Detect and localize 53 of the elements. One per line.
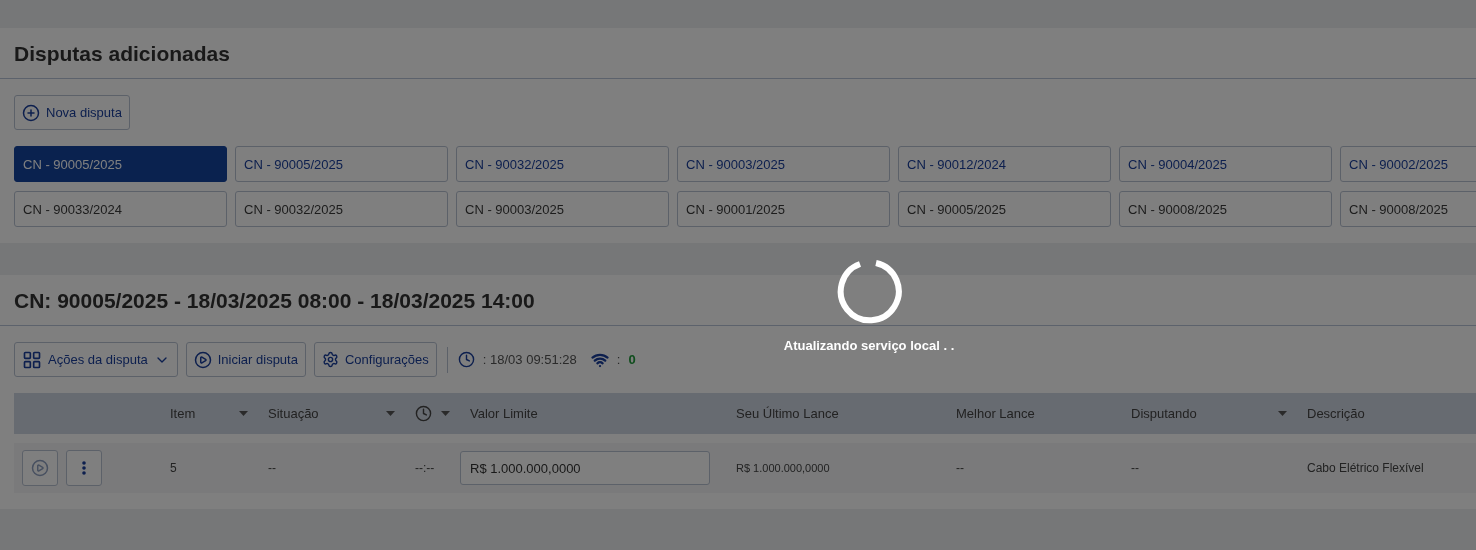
dispute-tab[interactable]: CN - 90032/2025: [456, 146, 669, 182]
dispute-actions-button[interactable]: Ações da disputa: [14, 342, 178, 377]
dispute-tab[interactable]: CN - 90008/2025: [1340, 191, 1476, 227]
column-header: Item: [170, 406, 196, 421]
more-icon: [82, 461, 86, 475]
table-cell-text: 5: [169, 461, 178, 475]
connection-label: :: [616, 352, 621, 367]
dispute-tab[interactable]: CN - 90033/2024: [14, 191, 227, 227]
table-cell-text: --: [1130, 461, 1140, 475]
more-button[interactable]: [66, 450, 102, 486]
dispute-tab[interactable]: CN - 90003/2025: [456, 191, 669, 227]
start-dispute-button[interactable]: Iniciar disputa: [185, 342, 306, 377]
table-cell-text: R$ 1.000.000,0000: [735, 462, 831, 474]
new-dispute-button[interactable]: Nova disputa: [14, 95, 130, 130]
column-header: Seu Último Lance: [736, 406, 839, 421]
column-header: Situação: [268, 406, 319, 421]
loading-message: Atualizando serviço local . .: [783, 338, 955, 353]
dispute-tab[interactable]: CN - 90008/2025: [1119, 191, 1332, 227]
clock-reading: : 18/03 09:51:28: [482, 352, 577, 367]
grid-icon: [22, 349, 42, 370]
dispute-title: CN: 90005/2025 - 18/03/2025 08:00 - 18/03/2025 14:00: [0, 275, 1476, 326]
sort-caret-icon[interactable]: [386, 411, 395, 416]
sort-caret-icon[interactable]: [1278, 411, 1287, 416]
limit-value-field[interactable]: R$ 1.000.000,0000: [460, 451, 710, 485]
table-cell-text: --: [267, 461, 277, 475]
table-cell-text: --: [955, 461, 965, 475]
clock-icon: [415, 405, 432, 422]
plus-icon: [22, 103, 40, 122]
clock-icon: [457, 351, 475, 368]
dispute-tab[interactable]: CN - 90005/2025: [898, 191, 1111, 227]
sort-caret-icon[interactable]: [239, 411, 248, 416]
section-title: Disputas adicionadas: [0, 28, 1476, 79]
dispute-tab[interactable]: CN - 90012/2024: [898, 146, 1111, 182]
column-header: Valor Limite: [470, 406, 538, 421]
sort-caret-icon[interactable]: [441, 411, 450, 416]
play-icon: [193, 350, 212, 369]
connection-count: 0: [628, 352, 636, 367]
dispute-tab[interactable]: CN - 90001/2025: [677, 191, 890, 227]
column-header: Descrição: [1307, 406, 1365, 421]
settings-button[interactable]: Configurações: [313, 342, 437, 377]
table-cell-text: Cabo Elétrico Flexível: [1306, 461, 1425, 475]
settings-icon: [321, 351, 339, 368]
column-header: Disputando: [1131, 406, 1197, 421]
dispute-tab[interactable]: CN - 90032/2025: [235, 191, 448, 227]
dispute-tab[interactable]: CN - 90003/2025: [677, 146, 890, 182]
dispute-tab[interactable]: CN - 90004/2025: [1119, 146, 1332, 182]
dispute-tab[interactable]: CN - 90005/2025: [235, 146, 448, 182]
play-button[interactable]: [22, 450, 58, 486]
column-header: Melhor Lance: [956, 406, 1035, 421]
play-icon: [31, 459, 49, 477]
table-cell-text: --:--: [414, 461, 436, 475]
dispute-tab[interactable]: CN - 90002/2025: [1340, 146, 1476, 182]
dispute-tab[interactable]: CN - 90005/2025: [14, 146, 227, 182]
